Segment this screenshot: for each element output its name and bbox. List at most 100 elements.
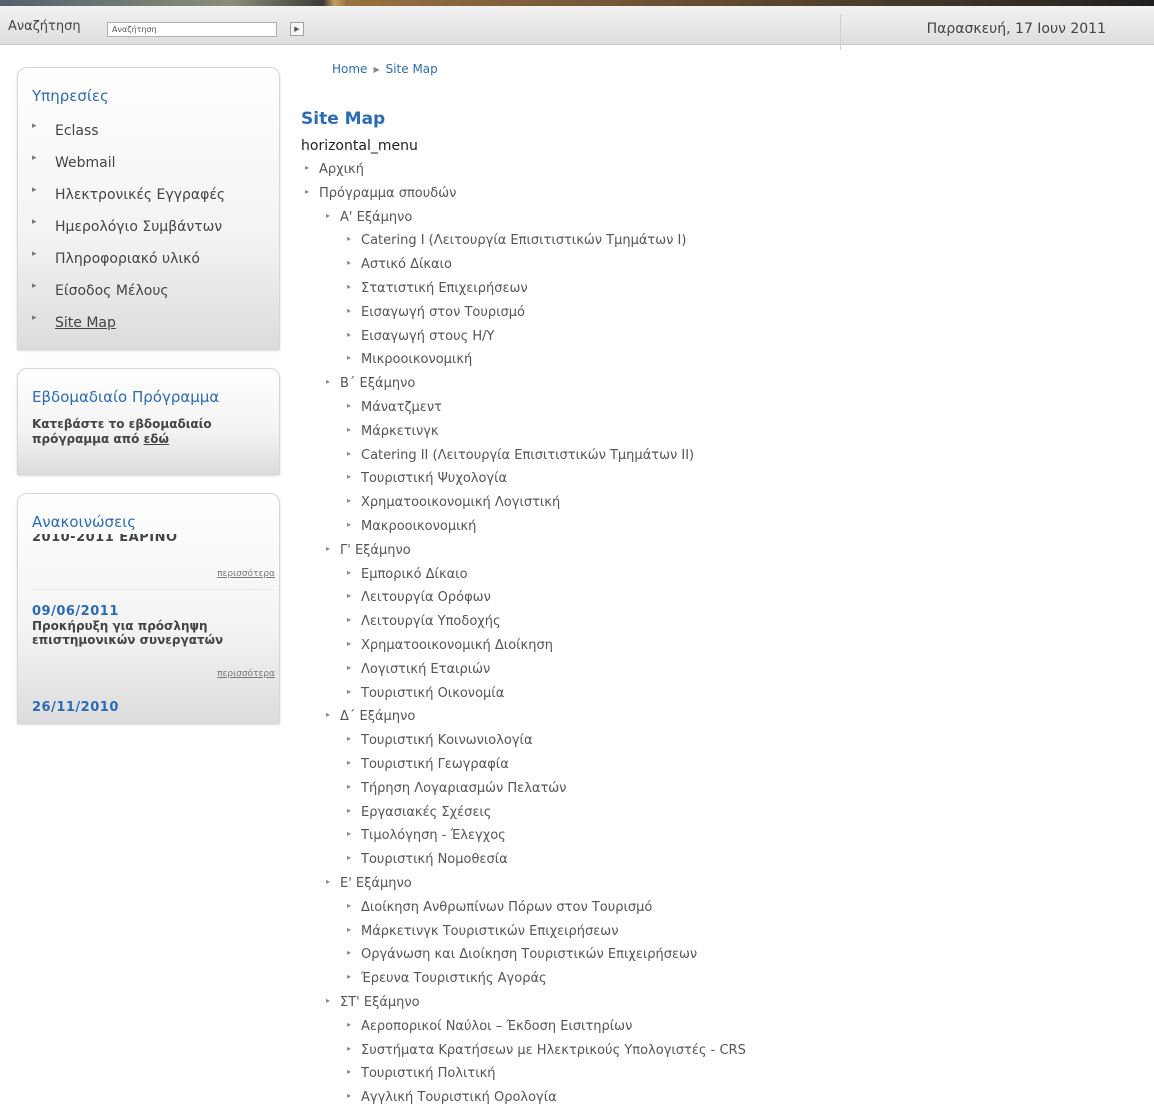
site-map-item-label[interactable]: Μακροοικονομική bbox=[361, 519, 476, 534]
site-map-item-label[interactable]: Έρευνα Τουριστικής Αγοράς bbox=[361, 971, 547, 986]
bullet-arrow-icon: ▸ bbox=[347, 782, 352, 791]
weekly-program-text: Κατεβάστε το εβδομαδιαίο πρόγραμμα από ε… bbox=[32, 417, 262, 447]
announcement-text: Προκήρυξη για πρόσληψη επιστημονικών συν… bbox=[32, 619, 224, 647]
breadcrumb-home-link[interactable]: Home bbox=[332, 62, 367, 76]
weekly-program-title: Εβδομαδιαίο Πρόγραμμα bbox=[32, 388, 220, 406]
announcement-more-link[interactable]: περισσότερα bbox=[217, 569, 275, 579]
site-map-item-label[interactable]: Τουριστική Κοινωνιολογία bbox=[361, 733, 533, 748]
bullet-arrow-icon: ▸ bbox=[32, 153, 37, 163]
bullet-arrow-icon: ▸ bbox=[347, 758, 352, 767]
service-item-label[interactable]: Site Map bbox=[55, 315, 116, 331]
bullet-arrow-icon: ▸ bbox=[347, 401, 352, 410]
bullet-arrow-icon: ▸ bbox=[305, 187, 310, 196]
breadcrumb-current: Site Map bbox=[385, 62, 438, 76]
site-map-item-label[interactable]: Τουριστική Πολιτική bbox=[361, 1066, 496, 1081]
bullet-arrow-icon: ▸ bbox=[347, 853, 352, 862]
site-map-item-label[interactable]: Τιμολόγηση - Έλεγχος bbox=[361, 828, 506, 843]
bullet-arrow-icon: ▸ bbox=[32, 185, 37, 195]
service-item-label[interactable]: Webmail bbox=[55, 155, 116, 171]
site-map-item-label[interactable]: Ε' Εξάμηνο bbox=[340, 876, 412, 891]
bullet-arrow-icon: ▸ bbox=[347, 1044, 352, 1053]
bullet-arrow-icon: ▸ bbox=[347, 353, 352, 362]
bullet-arrow-icon: ▸ bbox=[32, 217, 37, 227]
breadcrumb-separator-icon: ▶ bbox=[373, 65, 380, 74]
announcement-separator bbox=[32, 689, 274, 690]
service-item-label[interactable]: Ημερολόγιο Συμβάντων bbox=[55, 219, 222, 235]
site-map-item-label[interactable]: Β΄ Εξάμηνο bbox=[340, 376, 415, 391]
bullet-arrow-icon: ▸ bbox=[347, 639, 352, 648]
announcement-text: 2010-2011 ΕΑΡΙΝΟ bbox=[32, 534, 178, 545]
bullet-arrow-icon: ▸ bbox=[32, 121, 37, 131]
site-map-item-label[interactable]: Catering II (Λειτουργία Επισιτιστικών Τμ… bbox=[361, 448, 694, 463]
bullet-arrow-icon: ▸ bbox=[32, 249, 37, 259]
bullet-arrow-icon: ▸ bbox=[347, 1091, 352, 1100]
site-map-item-label[interactable]: Τουριστική Ψυχολογία bbox=[361, 471, 507, 486]
announcement-more-link[interactable]: περισσότερα bbox=[217, 669, 275, 679]
site-map-item-label[interactable]: Εισαγωγή στον Τουρισμό bbox=[361, 305, 525, 320]
site-map-item-label[interactable]: Συστήματα Κρατήσεων με Ηλεκτρικούς Υπολο… bbox=[361, 1043, 746, 1058]
service-item-label[interactable]: Ηλεκτρονικές Εγγραφές bbox=[55, 187, 225, 203]
announcement-date[interactable]: 26/11/2010 bbox=[32, 700, 119, 712]
bullet-arrow-icon: ▸ bbox=[326, 377, 331, 386]
bullet-arrow-icon: ▸ bbox=[347, 901, 352, 910]
site-map-item-label[interactable]: Οργάνωση και Διοίκηση Τουριστικών Επιχει… bbox=[361, 947, 697, 962]
site-map-item-label[interactable]: Πρόγραμμα σπουδών bbox=[319, 186, 456, 201]
bullet-arrow-icon: ▸ bbox=[347, 829, 352, 838]
bullet-arrow-icon: ▸ bbox=[347, 282, 352, 291]
site-map-item-label[interactable]: Τουριστική Νομοθεσία bbox=[361, 852, 508, 867]
site-map-item-label[interactable]: Μάνατζμεντ bbox=[361, 400, 442, 415]
site-map-item-label[interactable]: Εργασιακές Σχέσεις bbox=[361, 805, 491, 820]
site-map-item-label[interactable]: Αστικό Δίκαιο bbox=[361, 257, 452, 272]
weekly-program-description: Κατεβάστε το εβδομαδιαίο πρόγραμμα από bbox=[32, 417, 212, 446]
site-map-item-label[interactable]: Catering I (Λειτουργία Επισιτιστικών Τμη… bbox=[361, 233, 686, 248]
bullet-arrow-icon: ▸ bbox=[347, 925, 352, 934]
site-map-item-label[interactable]: Εισαγωγή στους Η/Υ bbox=[361, 329, 494, 344]
site-map-item-label[interactable]: Διοίκηση Ανθρωπίνων Πόρων στον Τουρισμό bbox=[361, 900, 652, 915]
site-map-item-label[interactable]: Λειτουργία Υποδοχής bbox=[361, 614, 501, 629]
site-map-item-label[interactable]: Τουριστική Γεωγραφία bbox=[361, 757, 509, 772]
bullet-arrow-icon: ▸ bbox=[347, 330, 352, 339]
bullet-arrow-icon: ▸ bbox=[347, 520, 352, 529]
site-map-item-label[interactable]: Χρηματοοικονομική Λογιστική bbox=[361, 495, 560, 510]
site-map-item-label[interactable]: Τουριστική Οικονομία bbox=[361, 686, 504, 701]
bullet-arrow-icon: ▸ bbox=[347, 1067, 352, 1076]
site-map-item-label[interactable]: Μάρκετινγκ bbox=[361, 424, 439, 439]
announcement-date[interactable]: 09/06/2011 bbox=[32, 604, 119, 619]
services-box: Υπηρεσίες ▸ Eclass ▸ Webmail ▸ Ηλεκτρονι… bbox=[17, 67, 280, 350]
site-map-item-label[interactable]: Αρχική bbox=[319, 162, 364, 177]
site-map-item-label[interactable]: Στατιστική Επιχειρήσεων bbox=[361, 281, 528, 296]
site-map-item-label[interactable]: Α' Εξάμηνο bbox=[340, 210, 412, 225]
bullet-arrow-icon: ▸ bbox=[326, 211, 331, 220]
site-map-item-label[interactable]: Λειτουργία Ορόφων bbox=[361, 590, 491, 605]
site-map-item-label[interactable]: Εμπορικό Δίκαιο bbox=[361, 567, 468, 582]
service-item-label[interactable]: Eclass bbox=[55, 123, 99, 139]
bullet-arrow-icon: ▸ bbox=[347, 234, 352, 243]
site-map-item-label[interactable]: Μάρκετινγκ Τουριστικών Επιχειρήσεων bbox=[361, 924, 618, 939]
site-map-item-label[interactable]: Αγγλική Τουριστική Ορολογία bbox=[361, 1090, 557, 1105]
site-map-item-label[interactable]: Αεροπορικοί Ναύλοι – Έκδοση Εισιτηρίων bbox=[361, 1019, 632, 1034]
announcements-box: Ανακοινώσεις 2010-2011 ΕΑΡΙΝΟ περισσότερ… bbox=[17, 493, 280, 724]
bullet-arrow-icon: ▸ bbox=[347, 806, 352, 815]
menu-section-title: horizontal_menu bbox=[301, 138, 418, 154]
bullet-arrow-icon: ▸ bbox=[347, 734, 352, 743]
divider bbox=[840, 14, 841, 50]
site-map-item-label[interactable]: ΣΤ' Εξάμηνο bbox=[340, 995, 420, 1010]
bullet-arrow-icon: ▸ bbox=[347, 663, 352, 672]
weekly-program-box: Εβδομαδιαίο Πρόγραμμα Κατεβάστε το εβδομ… bbox=[17, 368, 280, 475]
announcements-scroller: 2010-2011 ΕΑΡΙΝΟ περισσότερα 09/06/2011 … bbox=[18, 534, 279, 712]
site-map-item-label[interactable]: Γ' Εξάμηνο bbox=[340, 543, 411, 558]
announcements-title: Ανακοινώσεις bbox=[32, 513, 137, 531]
site-map-item-label[interactable]: Λογιστική Εταιριών bbox=[361, 662, 490, 677]
site-map-item-label[interactable]: Μικροοικονομική bbox=[361, 352, 472, 367]
bullet-arrow-icon: ▸ bbox=[305, 163, 310, 172]
search-go-button[interactable]: ▶ bbox=[290, 22, 304, 36]
service-item-label[interactable]: Πληροφοριακό υλικό bbox=[55, 251, 200, 267]
bullet-arrow-icon: ▸ bbox=[347, 972, 352, 981]
search-input[interactable]: Αναζήτηση bbox=[107, 22, 277, 37]
bullet-arrow-icon: ▸ bbox=[326, 996, 331, 1005]
site-map-item-label[interactable]: Δ΄ Εξάμηνο bbox=[340, 709, 415, 724]
site-map-item-label[interactable]: Τήρηση Λογαριασμών Πελατών bbox=[361, 781, 566, 796]
site-map-item-label[interactable]: Χρηματοοικονομική Διοίκηση bbox=[361, 638, 553, 653]
service-item-label[interactable]: Είσοδος Μέλους bbox=[55, 283, 169, 299]
weekly-program-download-link[interactable]: εδώ bbox=[144, 432, 169, 446]
